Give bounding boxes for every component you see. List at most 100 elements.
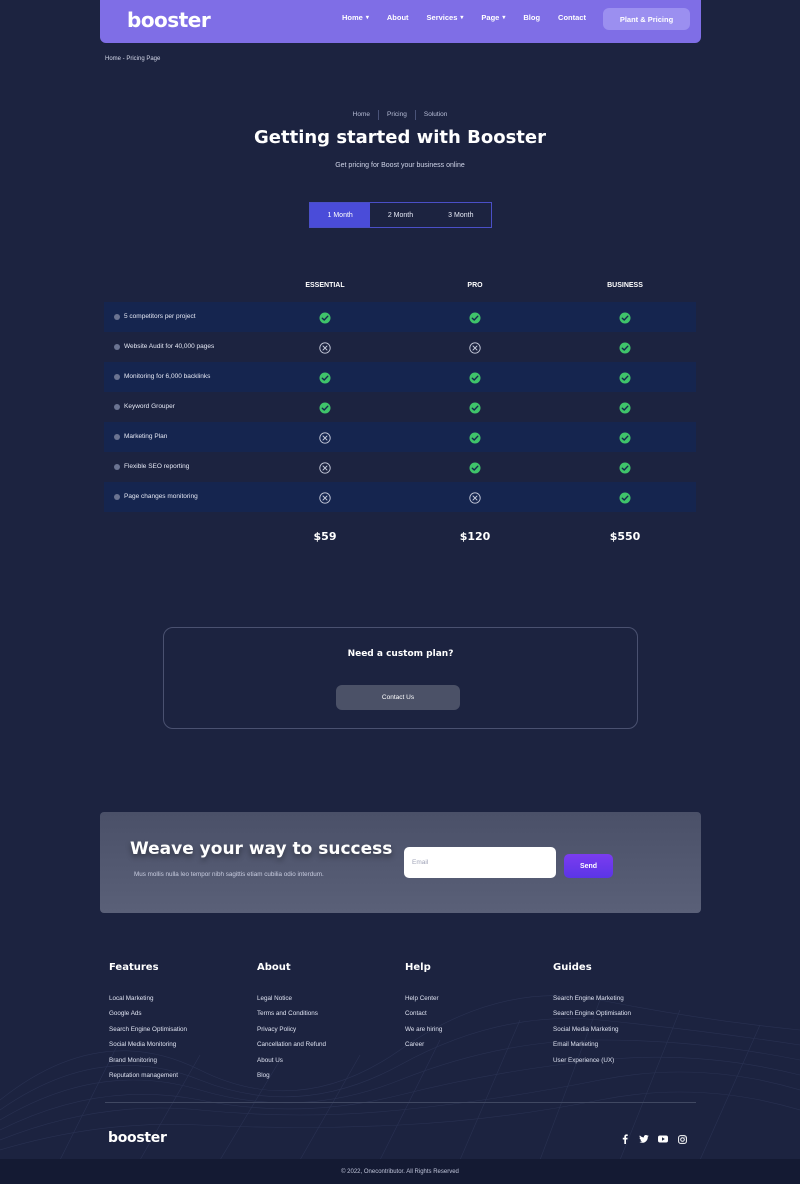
- plan-header-essential: ESSENTIAL: [305, 282, 345, 289]
- footer-link[interactable]: Cancellation and Refund: [257, 1041, 326, 1048]
- chevron-down-icon: ▾: [502, 15, 506, 21]
- footer-column-help: Help Help Center Contact We are hiring C…: [405, 962, 442, 1057]
- footer-link[interactable]: Search Engine Marketing: [553, 995, 631, 1002]
- period-option-3-month[interactable]: 3 Month: [431, 203, 491, 227]
- nav-item-services[interactable]: Services ▾: [427, 13, 464, 22]
- footer-link[interactable]: Career: [405, 1041, 442, 1048]
- footer-link[interactable]: Search Engine Optimisation: [553, 1010, 631, 1017]
- nav-menu: Home ▾ About Services ▾ Page ▾ Blog Contact: [342, 13, 604, 22]
- table-row: Monitoring for 6,000 backlinks: [104, 362, 696, 392]
- check-circle-icon: [619, 341, 631, 354]
- newsletter-text: Mus mollis nulla leo tempor nibh sagitti…: [134, 871, 324, 878]
- footer-link[interactable]: Terms and Conditions: [257, 1010, 326, 1017]
- nav-item-label: Blog: [523, 13, 541, 22]
- twitter-icon[interactable]: [639, 1134, 649, 1144]
- table-row: 5 competitors per project: [104, 302, 696, 332]
- send-button[interactable]: Send: [564, 854, 613, 878]
- footer-column-title: Help: [405, 962, 431, 973]
- brand-logo[interactable]: booster: [127, 8, 211, 32]
- newsletter-title: Weave your way to success: [130, 839, 393, 859]
- custom-plan-card: Need a custom plan? Contact Us: [163, 627, 638, 729]
- footer-column-title: About: [257, 962, 291, 973]
- footer-link[interactable]: Email Marketing: [553, 1041, 631, 1048]
- footer-link[interactable]: Legal Notice: [257, 995, 326, 1002]
- copyright-bar: © 2022, Onecontributor. All Rights Reser…: [0, 1159, 800, 1184]
- page-title: Getting started with Booster: [254, 127, 546, 148]
- footer-link[interactable]: Privacy Policy: [257, 1026, 326, 1033]
- feature-cell: Marketing Plan: [114, 433, 167, 440]
- feature-name: Keyword Grouper: [124, 403, 175, 410]
- cross-circle-icon: [319, 491, 331, 504]
- footer-link[interactable]: About Us: [257, 1057, 326, 1064]
- feature-name: Flexible SEO reporting: [124, 463, 190, 470]
- footer-link[interactable]: Contact: [405, 1010, 442, 1017]
- nav-item-label: Page: [481, 13, 500, 22]
- youtube-icon[interactable]: [658, 1134, 668, 1144]
- feature-cell: Keyword Grouper: [114, 403, 175, 410]
- table-row: Flexible SEO reporting: [104, 452, 696, 482]
- footer-divider: [105, 1102, 696, 1103]
- email-input[interactable]: [404, 847, 556, 878]
- footer-link[interactable]: Reputation management: [109, 1072, 187, 1079]
- plan-header-business: BUSINESS: [607, 282, 643, 289]
- info-dot-icon: [114, 433, 120, 440]
- period-option-1-month[interactable]: 1 Month: [310, 203, 371, 227]
- footer-link[interactable]: Help Center: [405, 995, 442, 1002]
- chevron-down-icon: ▾: [365, 15, 369, 21]
- footer-link[interactable]: We are hiring: [405, 1026, 442, 1033]
- contact-us-button[interactable]: Contact Us: [336, 685, 460, 710]
- feature-name: Page changes monitoring: [124, 493, 198, 500]
- feature-name: 5 competitors per project: [124, 313, 196, 320]
- cross-circle-icon: [319, 341, 331, 354]
- nav-item-blog[interactable]: Blog: [523, 13, 540, 22]
- check-circle-icon: [319, 371, 331, 384]
- info-dot-icon: [114, 463, 120, 470]
- custom-plan-title: Need a custom plan?: [347, 649, 454, 659]
- footer-column-title: Features: [109, 962, 159, 973]
- footer-logo[interactable]: booster: [108, 1130, 167, 1146]
- table-row: Marketing Plan: [104, 422, 696, 452]
- check-circle-icon: [619, 311, 631, 324]
- check-circle-icon: [619, 461, 631, 474]
- info-dot-icon: [114, 493, 120, 500]
- nav-item-label: Contact: [558, 13, 586, 22]
- footer-link[interactable]: Google Ads: [109, 1010, 187, 1017]
- footer-link[interactable]: Social Media Marketing: [553, 1026, 631, 1033]
- check-circle-icon: [319, 311, 331, 324]
- nav-item-about[interactable]: About: [387, 13, 409, 22]
- feature-cell: Page changes monitoring: [114, 493, 198, 500]
- feature-name: Monitoring for 6,000 backlinks: [124, 373, 211, 380]
- instagram-icon[interactable]: [677, 1134, 687, 1144]
- nav-item-contact[interactable]: Contact: [558, 13, 586, 22]
- plan-header-pro: PRO: [467, 282, 483, 289]
- nav-item-label: Services: [426, 13, 458, 22]
- footer-column-guides: Guides Search Engine Marketing Search En…: [553, 962, 631, 1072]
- newsletter-section: Weave your way to success Mus mollis nul…: [100, 812, 701, 913]
- footer-link[interactable]: Blog: [257, 1072, 326, 1079]
- hero-crumb-home[interactable]: Home: [345, 111, 378, 120]
- check-circle-icon: [469, 371, 481, 384]
- check-circle-icon: [469, 431, 481, 444]
- footer-link[interactable]: Social Media Monitoring: [109, 1041, 187, 1048]
- feature-comparison-table: 5 competitors per project Website Audit f…: [104, 302, 696, 512]
- info-dot-icon: [114, 373, 120, 380]
- nav-item-home[interactable]: Home ▾: [342, 13, 369, 22]
- footer-link[interactable]: Local Marketing: [109, 995, 187, 1002]
- nav-item-page[interactable]: Page ▾: [481, 13, 505, 22]
- check-circle-icon: [619, 371, 631, 384]
- hero-crumb-pricing[interactable]: Pricing: [379, 111, 415, 120]
- chevron-down-icon: ▾: [460, 15, 464, 21]
- footer-link[interactable]: Search Engine Optimisation: [109, 1026, 187, 1033]
- footer-link[interactable]: Brand Monitoring: [109, 1057, 187, 1064]
- cross-circle-icon: [319, 431, 331, 444]
- period-option-2-month[interactable]: 2 Month: [370, 203, 430, 227]
- footer-link[interactable]: User Experience (UX): [553, 1057, 631, 1064]
- plans-pricing-button[interactable]: Plant & Pricing: [603, 8, 690, 30]
- hero-crumb-solution[interactable]: Solution: [416, 111, 456, 120]
- footer-column-features: Features Local Marketing Google Ads Sear…: [109, 962, 187, 1087]
- facebook-icon[interactable]: [620, 1134, 630, 1144]
- nav-item-label: About: [386, 13, 409, 22]
- nav-item-label: Home: [342, 13, 363, 22]
- copyright-text: © 2022, Onecontributor. All Rights Reser…: [341, 1168, 459, 1175]
- table-row: Page changes monitoring: [104, 482, 696, 512]
